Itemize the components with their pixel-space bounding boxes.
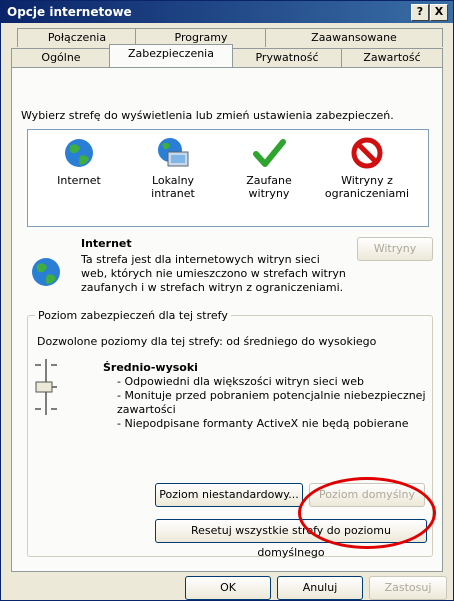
cancel-button[interactable]: Anuluj	[277, 576, 363, 600]
sites-button[interactable]: Witryny	[357, 237, 433, 261]
help-button[interactable]: ?	[411, 4, 429, 21]
zone-intranet-label-1: Lokalny	[151, 174, 195, 187]
zone-list: Internet Lokalny intranet Zaufane witryn…	[27, 129, 429, 227]
zone-trusted-label-1: Zaufane	[246, 174, 292, 187]
level-name: Średnio-wysoki	[103, 361, 198, 374]
globe-icon	[65, 139, 93, 167]
tab-privacy[interactable]: Prywatność	[231, 48, 343, 67]
custom-level-button[interactable]: Poziom niestandardowy...	[155, 483, 303, 507]
tab-content[interactable]: Zawartość	[341, 48, 443, 67]
internet-options-window: Opcje internetowe ? X Połączenia Program…	[0, 0, 454, 601]
level-bullet: - Monituje przed pobraniem potencjalnie …	[117, 389, 426, 402]
zone-info-line-3: zaufanych i w strefach witryn z ogranicz…	[81, 281, 344, 294]
security-level-group-label: Poziom zabezpieczeń dla tej strefy	[35, 309, 231, 322]
zone-instruction: Wybierz strefę do wyświetlenia lub zmień…	[21, 109, 394, 122]
zone-internet[interactable]: Internet	[34, 130, 124, 187]
zone-local-intranet[interactable]: Lokalny intranet	[128, 130, 218, 200]
security-level-slider[interactable]	[31, 357, 61, 417]
zone-trusted-sites[interactable]: Zaufane witryny	[224, 130, 314, 200]
close-button[interactable]: X	[430, 4, 448, 21]
globe-icon	[32, 258, 60, 286]
apply-button[interactable]: Zastosuj	[369, 576, 447, 600]
zone-info-title: Internet	[81, 237, 132, 250]
zone-trusted-label-2: witryny	[248, 187, 290, 200]
title-bar[interactable]: Opcje internetowe ? X	[1, 1, 453, 23]
prohibited-icon	[351, 137, 383, 169]
tab-security[interactable]: Zabezpieczenia	[109, 44, 233, 67]
zone-restricted-label-2: ograniczeniami	[324, 187, 410, 200]
allowed-levels-text: Dozwolone poziomy dla tej strefy: od śre…	[37, 335, 377, 348]
zone-info-line-1: Ta strefa jest dla internetowych witryn …	[81, 253, 320, 266]
zone-restricted-label-1: Witryny z	[341, 174, 393, 187]
level-bullet: zawartości	[117, 403, 176, 416]
window-title: Opcje internetowe	[7, 5, 132, 19]
zone-intranet-label-2: intranet	[151, 187, 195, 200]
zone-internet-label: Internet	[57, 174, 101, 187]
tab-advanced[interactable]: Zaawansowane	[265, 28, 443, 47]
highlight-circle	[298, 477, 436, 549]
zone-restricted-sites[interactable]: Witryny z ograniczeniami	[312, 130, 422, 200]
intranet-icon	[158, 138, 189, 167]
checkmark-icon	[253, 139, 286, 167]
ok-button[interactable]: OK	[185, 576, 271, 600]
tab-general[interactable]: Ogólne	[11, 48, 111, 67]
level-bullet: - Niepodpisane formanty ActiveX nie będą…	[117, 417, 409, 430]
level-bullet: - Odpowiedni dla większości witryn sieci…	[117, 375, 364, 388]
zone-info-line-2: web, których nie umieszczono w strefach …	[81, 267, 346, 280]
